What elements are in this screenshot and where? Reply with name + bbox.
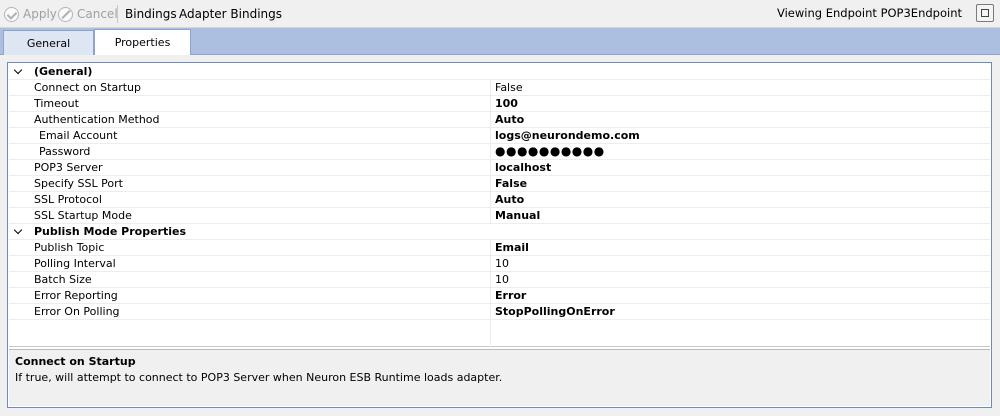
property-value[interactable]: 100 (495, 97, 518, 110)
apply-button[interactable]: Apply (4, 5, 57, 23)
property-value[interactable]: Auto (495, 193, 524, 206)
property-row-email-account[interactable]: Email Account logs@neurondemo.com (9, 128, 990, 144)
property-value[interactable]: Manual (495, 209, 540, 222)
property-label: Error On Polling (34, 305, 120, 318)
property-value[interactable]: False (495, 81, 523, 94)
property-value[interactable]: Email (495, 241, 529, 254)
property-value[interactable]: Error (495, 289, 526, 302)
property-value[interactable]: Auto (495, 113, 524, 126)
category-general[interactable]: (General) (9, 64, 990, 80)
adapter-bindings-button[interactable]: Adapter Bindings (179, 5, 282, 23)
description-title: Connect on Startup (15, 355, 136, 368)
property-label: Specify SSL Port (34, 177, 123, 190)
property-label: Publish Topic (34, 241, 105, 254)
tab-properties-label: Properties (114, 36, 171, 49)
property-row-authentication-method[interactable]: Authentication Method Auto (9, 112, 990, 128)
property-row-pop3-server[interactable]: POP3 Server localhost (9, 160, 990, 176)
bindings-label: Bindings (125, 7, 177, 21)
property-label: Authentication Method (34, 113, 160, 126)
property-row-password[interactable]: Password ●●●●●●●●●● (9, 144, 990, 160)
property-label: SSL Startup Mode (34, 209, 132, 222)
property-row-error-reporting[interactable]: Error Reporting Error (9, 288, 990, 304)
property-grid: (General) Connect on Startup False Timeo… (9, 64, 990, 347)
property-label: Email Account (39, 129, 118, 142)
property-row-timeout[interactable]: Timeout 100 (9, 96, 990, 112)
category-label: (General) (34, 65, 93, 78)
cancel-icon (58, 6, 73, 22)
property-value[interactable]: logs@neurondemo.com (495, 129, 640, 142)
property-value[interactable]: False (495, 177, 527, 190)
description-panel: Connect on Startup If true, will attempt… (9, 349, 990, 406)
apply-label: Apply (23, 7, 57, 21)
property-label: SSL Protocol (34, 193, 102, 206)
property-label: POP3 Server (34, 161, 103, 174)
category-label: Publish Mode Properties (34, 225, 187, 238)
adapter-bindings-label: Adapter Bindings (179, 7, 283, 21)
property-label: Password (39, 145, 91, 158)
tab-general-label: General (26, 36, 71, 50)
tab-strip: General Properties (0, 28, 1000, 55)
properties-panel: (General) Connect on Startup False Timeo… (7, 62, 992, 408)
password-value[interactable]: ●●●●●●●●●● (495, 144, 605, 158)
property-row-ssl-startup-mode[interactable]: SSL Startup Mode Manual (9, 208, 990, 224)
cancel-button[interactable]: Cancel (58, 5, 118, 23)
description-text: If true, will attempt to connect to POP3… (15, 371, 503, 384)
property-label: Timeout (34, 97, 79, 110)
property-row-polling-interval[interactable]: Polling Interval 10 (9, 256, 990, 272)
bindings-button[interactable]: Bindings (125, 5, 177, 23)
chevron-down-icon[interactable] (13, 225, 23, 235)
property-row-specify-ssl-port[interactable]: Specify SSL Port False (9, 176, 990, 192)
cancel-label: Cancel (77, 7, 118, 21)
property-label: Batch Size (34, 273, 92, 286)
property-row-error-on-polling[interactable]: Error On Polling StopPollingOnError (9, 304, 990, 320)
property-value[interactable]: 10 (495, 257, 509, 270)
toolbar: Apply Cancel Bindings Adapter Bindings V… (0, 0, 1000, 28)
viewing-endpoint-text: Viewing Endpoint POP3Endpoint (777, 6, 962, 20)
category-publish-mode-properties[interactable]: Publish Mode Properties (9, 224, 990, 240)
maximize-button[interactable] (976, 4, 994, 22)
property-row-ssl-protocol[interactable]: SSL Protocol Auto (9, 192, 990, 208)
toolbar-separator (117, 5, 118, 23)
property-label: Connect on Startup (34, 81, 142, 94)
tab-properties[interactable]: Properties (94, 29, 191, 55)
property-value[interactable]: StopPollingOnError (495, 305, 615, 318)
tab-general[interactable]: General (3, 30, 94, 55)
property-value[interactable]: localhost (495, 161, 551, 174)
property-row-batch-size[interactable]: Batch Size 10 (9, 272, 990, 288)
property-value[interactable]: 10 (495, 273, 509, 286)
chevron-down-icon[interactable] (13, 65, 23, 75)
property-label: Error Reporting (34, 289, 118, 302)
property-row-publish-topic[interactable]: Publish Topic Email (9, 240, 990, 256)
property-row-connect-on-startup[interactable]: Connect on Startup False (9, 80, 990, 96)
property-label: Polling Interval (34, 257, 116, 270)
check-icon (4, 6, 19, 22)
